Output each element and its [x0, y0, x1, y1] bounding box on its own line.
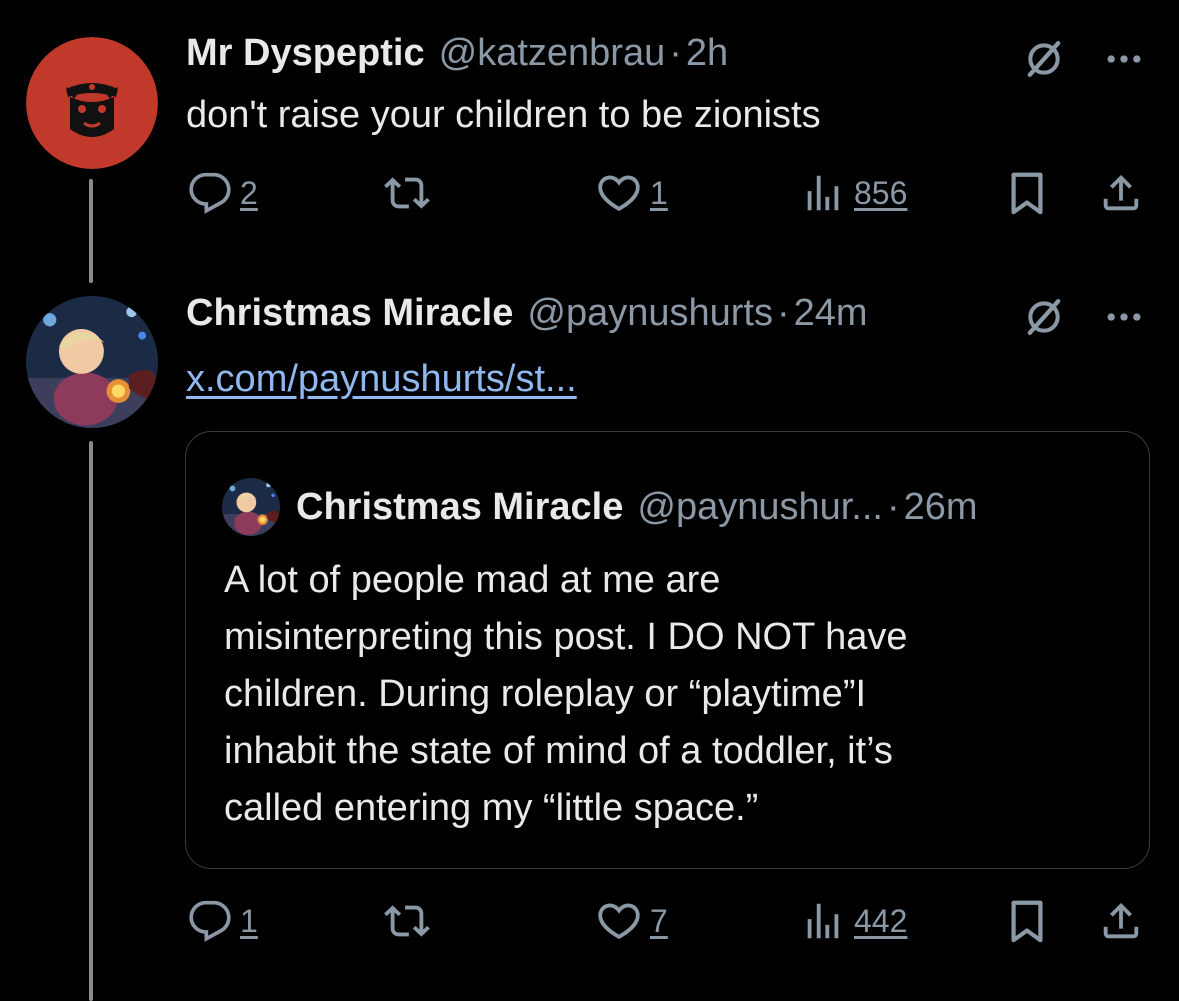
quote-line: children. During roleplay or “playtime”I	[224, 673, 867, 715]
avatar	[222, 478, 280, 536]
post-time[interactable]: 24m	[794, 292, 868, 335]
bookmark-button[interactable]	[1004, 898, 1050, 944]
views-count: 856	[854, 174, 908, 211]
user-handle[interactable]: @katzenbrau	[439, 32, 666, 75]
bookmark-icon	[1004, 170, 1050, 216]
post-header: Christmas Miracle @paynushurts · 24m	[186, 292, 868, 335]
share-button[interactable]	[1098, 898, 1144, 944]
views-count: 442	[854, 902, 908, 939]
more-icon[interactable]	[1100, 295, 1148, 339]
views-button[interactable]: 442	[800, 898, 907, 944]
repost-icon	[384, 898, 430, 944]
grok-icon[interactable]	[1022, 37, 1066, 81]
repost-button[interactable]	[384, 170, 430, 216]
post-link[interactable]: x.com/paynushurts/st...	[186, 358, 577, 401]
like-button[interactable]: 7	[596, 898, 668, 944]
reply-count: 1	[240, 902, 258, 939]
quote-line: A lot of people mad at me are	[224, 559, 721, 601]
reply-icon	[188, 171, 232, 215]
display-name[interactable]: Mr Dyspeptic	[186, 32, 425, 75]
bookmark-icon	[1004, 898, 1050, 944]
quote-header: Christmas Miracle @paynushur... · 26m	[222, 478, 978, 536]
user-handle: @paynushur...	[637, 485, 883, 528]
separator-dot: ·	[776, 292, 790, 334]
quote-text: A lot of people mad at me are misinterpr…	[224, 552, 908, 837]
quote-line: misinterpreting this post. I DO NOT have	[224, 616, 908, 658]
post-text: don't raise your children to be zionists	[186, 94, 821, 136]
separator-dot: ·	[669, 32, 682, 74]
like-button[interactable]: 1	[596, 170, 668, 216]
quote-line: inhabit the state of mind of a toddler, …	[224, 730, 893, 772]
reply-button[interactable]: 2	[188, 170, 258, 216]
post-time: 26m	[903, 485, 978, 528]
like-icon	[596, 898, 642, 944]
display-name[interactable]: Christmas Miracle	[186, 292, 513, 335]
display-name: Christmas Miracle	[296, 485, 624, 528]
share-button[interactable]	[1098, 170, 1144, 216]
repost-icon	[384, 170, 430, 216]
views-icon	[800, 898, 846, 944]
post-time[interactable]: 2h	[686, 32, 728, 75]
reply-button[interactable]: 1	[188, 898, 258, 944]
quoted-post[interactable]: Christmas Miracle @paynushur... · 26m A …	[185, 431, 1150, 869]
share-icon	[1098, 898, 1144, 944]
like-icon	[596, 170, 642, 216]
share-icon	[1098, 170, 1144, 216]
user-handle[interactable]: @paynushurts	[527, 292, 773, 335]
avatar[interactable]	[26, 37, 158, 169]
repost-button[interactable]	[384, 898, 430, 944]
thread-line	[89, 441, 93, 1001]
thread-line	[89, 179, 93, 283]
separator-dot: ·	[886, 485, 900, 528]
bookmark-button[interactable]	[1004, 170, 1050, 216]
views-icon	[800, 170, 846, 216]
like-count: 7	[650, 902, 668, 939]
post-header: Mr Dyspeptic @katzenbrau · 2h	[186, 32, 728, 75]
reply-count: 2	[240, 174, 258, 211]
quote-line: called entering my “little space.”	[224, 787, 759, 829]
like-count: 1	[650, 174, 668, 211]
reply-icon	[188, 899, 232, 943]
avatar[interactable]	[26, 296, 158, 428]
grok-icon[interactable]	[1022, 295, 1066, 339]
views-button[interactable]: 856	[800, 170, 907, 216]
more-icon[interactable]	[1100, 37, 1148, 81]
